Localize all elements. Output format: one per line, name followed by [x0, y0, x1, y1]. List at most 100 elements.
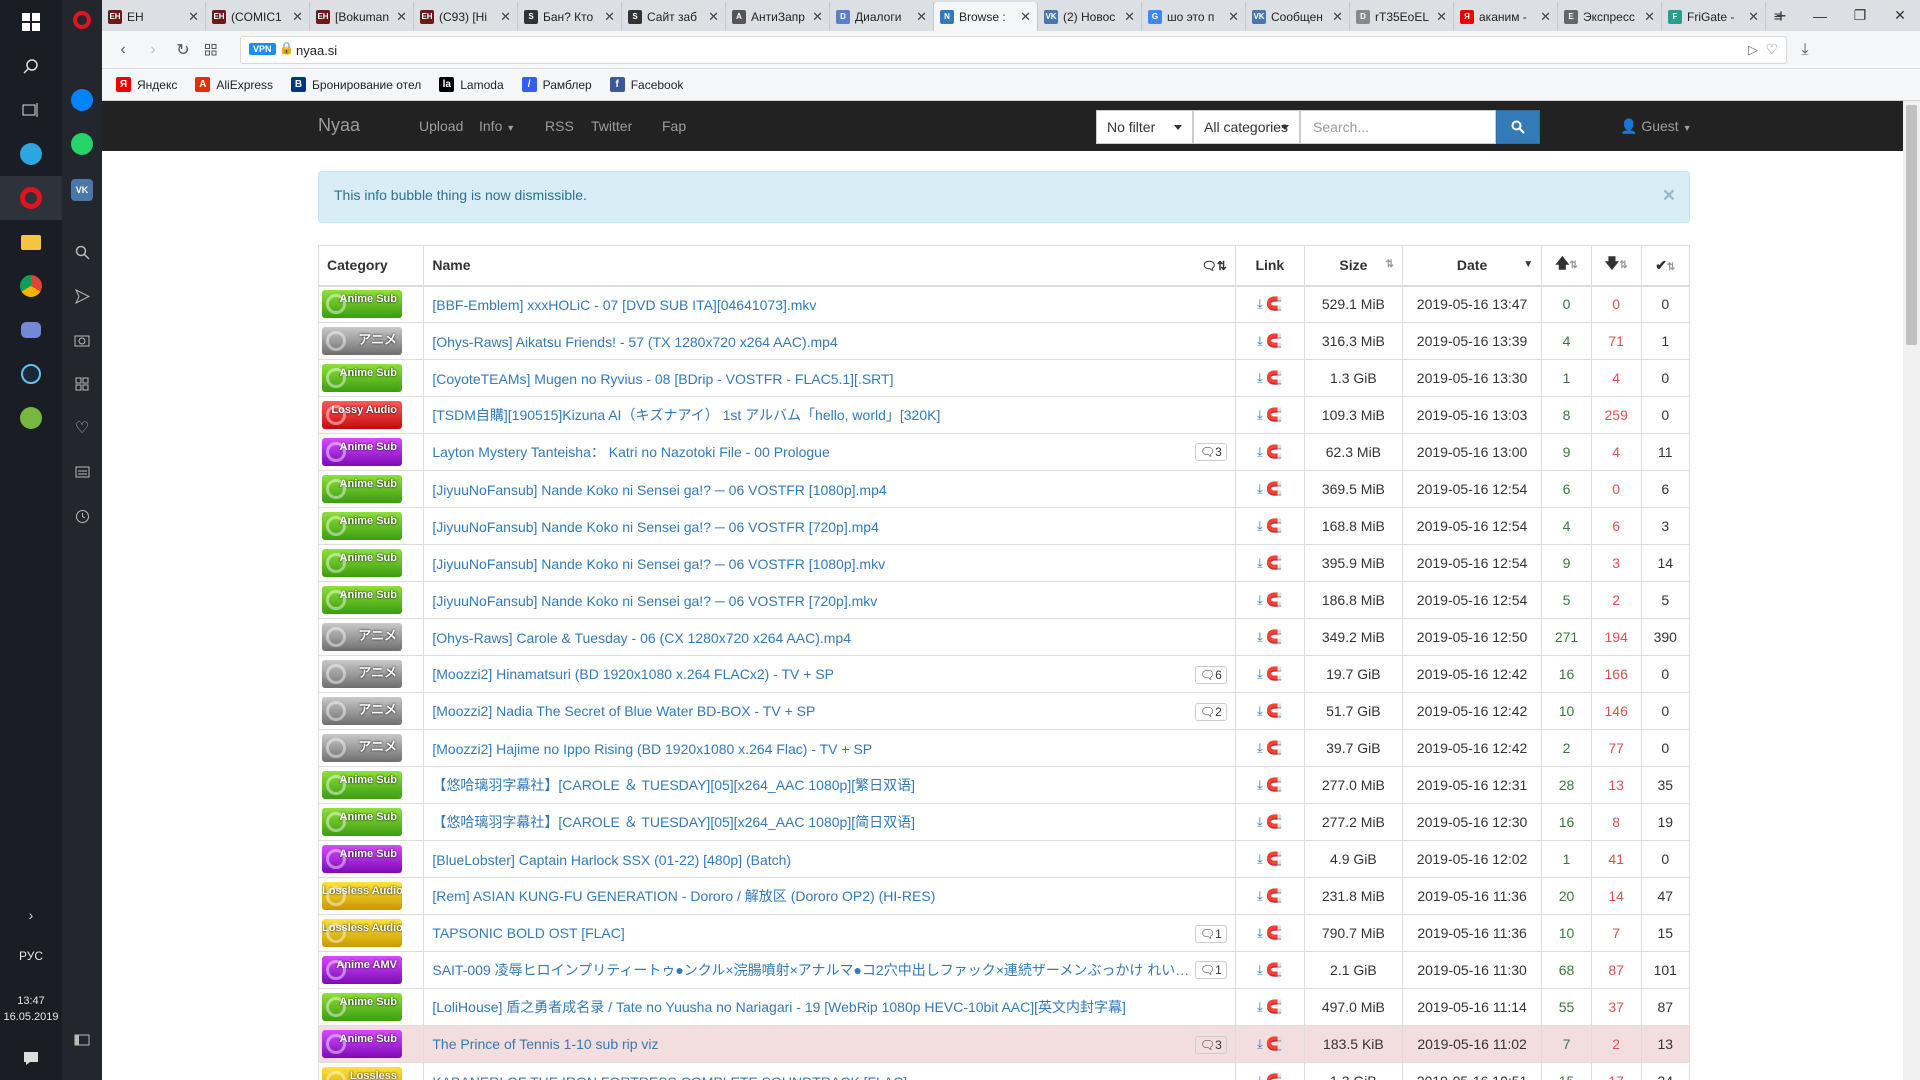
torrent-name-link[interactable]: 【悠哈璃羽字幕社】[CAROLE ＆ TUESDAY][05][x264_AAC…	[432, 812, 915, 832]
category-badge[interactable]: Anime Sub	[322, 808, 402, 836]
tab-close-icon[interactable]: ✕	[604, 9, 615, 25]
category-badge[interactable]: Anime AMV	[322, 956, 402, 984]
comments-sort-icon[interactable]: 🗨⇅	[1202, 259, 1227, 273]
category-badge[interactable]: Anime Sub	[322, 290, 402, 319]
magnet-icon[interactable]: 🧲	[1266, 962, 1282, 977]
download-icon[interactable]: ⤓	[1794, 39, 1816, 61]
torrent-name-link[interactable]: The Prince of Tennis 1-10 sub rip viz	[432, 1036, 658, 1052]
task-view-icon[interactable]	[0, 88, 62, 132]
speed-dial-icon[interactable]	[62, 364, 102, 404]
camera-icon[interactable]	[62, 320, 102, 360]
nav-info[interactable]: Info ▼	[479, 118, 515, 134]
header-name[interactable]: Name 🗨⇅	[423, 245, 1236, 287]
category-badge[interactable]: アニメ	[322, 660, 402, 688]
news-icon[interactable]	[62, 452, 102, 492]
magnet-icon[interactable]: 🧲	[1266, 740, 1282, 755]
alert-close-button[interactable]: ×	[1663, 185, 1675, 206]
bookmark-item[interactable]: Я Яндекс	[116, 77, 177, 92]
tab-close-icon[interactable]: ✕	[1436, 9, 1447, 25]
torrent-name-link[interactable]: [JiyuuNoFansub] Nande Koko ni Sensei ga!…	[432, 593, 877, 609]
tab-close-icon[interactable]: ✕	[1332, 9, 1343, 25]
search-button[interactable]	[1496, 110, 1540, 144]
bookmark-heart-icon[interactable]: ♡	[1765, 41, 1778, 58]
tab-close-icon[interactable]: ✕	[188, 9, 199, 25]
bookmark-item[interactable]: la Lamoda	[439, 77, 504, 92]
torrent-name-link[interactable]: KABANERI OF THE IRON FORTRESS COMPLETE S…	[432, 1074, 907, 1080]
browser-tab[interactable]: DrT35EoEL ✕	[1350, 2, 1454, 31]
torrent-name-link[interactable]: [Rem] ASIAN KUNG-FU GENERATION - Dororo …	[432, 886, 935, 906]
download-icon[interactable]: ⤓	[1257, 370, 1263, 385]
category-badge[interactable]: アニメ	[322, 734, 402, 762]
torrent-name-link[interactable]: Layton Mystery Tanteisha： Katri no Nazot…	[432, 442, 829, 462]
download-icon[interactable]: ⤓	[1257, 703, 1263, 718]
search-input[interactable]	[1300, 110, 1496, 144]
torrent-name-link[interactable]: [Ohys-Raws] Aikatsu Friends! - 57 (TX 12…	[432, 334, 837, 350]
magnet-icon[interactable]: 🧲	[1266, 592, 1282, 607]
download-icon[interactable]: ⤓	[1257, 333, 1263, 348]
download-icon[interactable]: ⤓	[1257, 777, 1263, 792]
download-icon[interactable]: ⤓	[1257, 1036, 1263, 1051]
close-window-button[interactable]: ✕	[1880, 0, 1920, 31]
telegram-icon[interactable]	[0, 132, 62, 176]
torrent-name-link[interactable]: [JiyuuNoFansub] Nande Koko ni Sensei ga!…	[432, 482, 886, 498]
download-icon[interactable]: ⤓	[1257, 629, 1263, 644]
clock[interactable]: 13:47 16.05.2019	[0, 993, 62, 1025]
tab-close-icon[interactable]: ✕	[1644, 9, 1655, 25]
maximize-button[interactable]: ❐	[1840, 0, 1880, 31]
magnet-icon[interactable]: 🧲	[1266, 703, 1282, 718]
browser-tab[interactable]: N Browse : ✕	[934, 2, 1038, 31]
torrent-name-link[interactable]: [JiyuuNoFansub] Nande Koko ni Sensei ga!…	[432, 519, 879, 535]
category-badge[interactable]: Anime Sub	[322, 549, 402, 577]
category-badge[interactable]: Lossless Audio	[322, 882, 402, 910]
download-icon[interactable]: ⤓	[1257, 481, 1263, 496]
vpn-badge[interactable]: VPN	[249, 43, 276, 55]
torrent-name-link[interactable]: 【悠哈璃羽字幕社】[CAROLE ＆ TUESDAY][05][x264_AAC…	[432, 775, 915, 795]
torrent-name-link[interactable]: [TSDM自購][190515]Kizuna AI（キズナアイ） 1st アルバ…	[432, 405, 940, 425]
tab-close-icon[interactable]: ✕	[916, 9, 927, 25]
sidebar-toggle-icon[interactable]	[62, 1020, 102, 1060]
header-leechers[interactable]: 🡇⇅	[1590, 245, 1642, 287]
download-icon[interactable]: ⤓	[1257, 555, 1263, 570]
chrome-icon[interactable]	[0, 264, 62, 308]
header-date[interactable]: Date ▼	[1401, 245, 1543, 287]
torrent-name-link[interactable]: [Moozzi2] Nadia The Secret of Blue Water…	[432, 703, 815, 719]
bookmark-item[interactable]: A AliExpress	[195, 77, 273, 92]
tab-close-icon[interactable]: ✕	[1228, 9, 1239, 25]
magnet-icon[interactable]: 🧲	[1266, 666, 1282, 681]
vk-icon[interactable]: VK	[62, 170, 102, 210]
search-icon[interactable]	[62, 232, 102, 272]
tab-close-icon[interactable]: ✕	[1124, 9, 1135, 25]
category-badge[interactable]: Anime Sub	[322, 364, 402, 392]
tab-menu-icon[interactable]: ≡	[1755, 0, 1801, 31]
tab-close-icon[interactable]: ✕	[708, 9, 719, 25]
browser-tab[interactable]: S Сайт заб ✕	[622, 2, 726, 31]
torrent-name-link[interactable]: [CoyoteTEAMs] Mugen no Ryvius - 08 [BDri…	[432, 371, 893, 387]
download-icon[interactable]: ⤓	[1257, 444, 1263, 459]
notifications-icon[interactable]	[0, 1036, 62, 1080]
comments-badge[interactable]: 🗨3	[1194, 443, 1227, 461]
comments-badge[interactable]: 🗨2	[1194, 702, 1227, 721]
magnet-icon[interactable]: 🧲	[1266, 888, 1282, 903]
category-badge[interactable]: Anime Sub	[322, 771, 402, 799]
magnet-icon[interactable]: 🧲	[1266, 999, 1282, 1014]
forward-button[interactable]: ›	[142, 39, 164, 61]
browser-tab[interactable]: D Диалоги ✕	[830, 2, 934, 31]
minimize-button[interactable]: —	[1800, 0, 1840, 31]
tab-close-icon[interactable]: ✕	[500, 9, 511, 25]
torrent-name-link[interactable]: [JiyuuNoFansub] Nande Koko ni Sensei ga!…	[432, 556, 885, 572]
heart-icon[interactable]: ♡	[62, 408, 102, 448]
browser-tab[interactable]: Яаканим - ✕	[1454, 2, 1558, 31]
browser-tab[interactable]: EH (C93) [Hi ✕	[414, 2, 518, 31]
tab-close-icon[interactable]: ✕	[292, 9, 303, 25]
category-badge[interactable]: Lossless Audio	[322, 919, 402, 947]
browser-tab[interactable]: F FriGate - ✕	[1662, 2, 1766, 31]
download-icon[interactable]: ⤓	[1257, 888, 1263, 903]
category-badge[interactable]: Anime Sub	[322, 512, 402, 540]
tab-close-icon[interactable]: ✕	[1020, 9, 1031, 25]
category-badge[interactable]: Anime Sub	[322, 438, 402, 466]
category-badge[interactable]: Lossy Audio	[322, 401, 402, 429]
browser-tab[interactable]: E Экспресс ✕	[1558, 2, 1662, 31]
browser-tab[interactable]: EH [Bokuman ✕	[310, 2, 414, 31]
download-icon[interactable]: ⤓	[1257, 740, 1263, 755]
reload-button[interactable]: ↻	[172, 39, 194, 61]
